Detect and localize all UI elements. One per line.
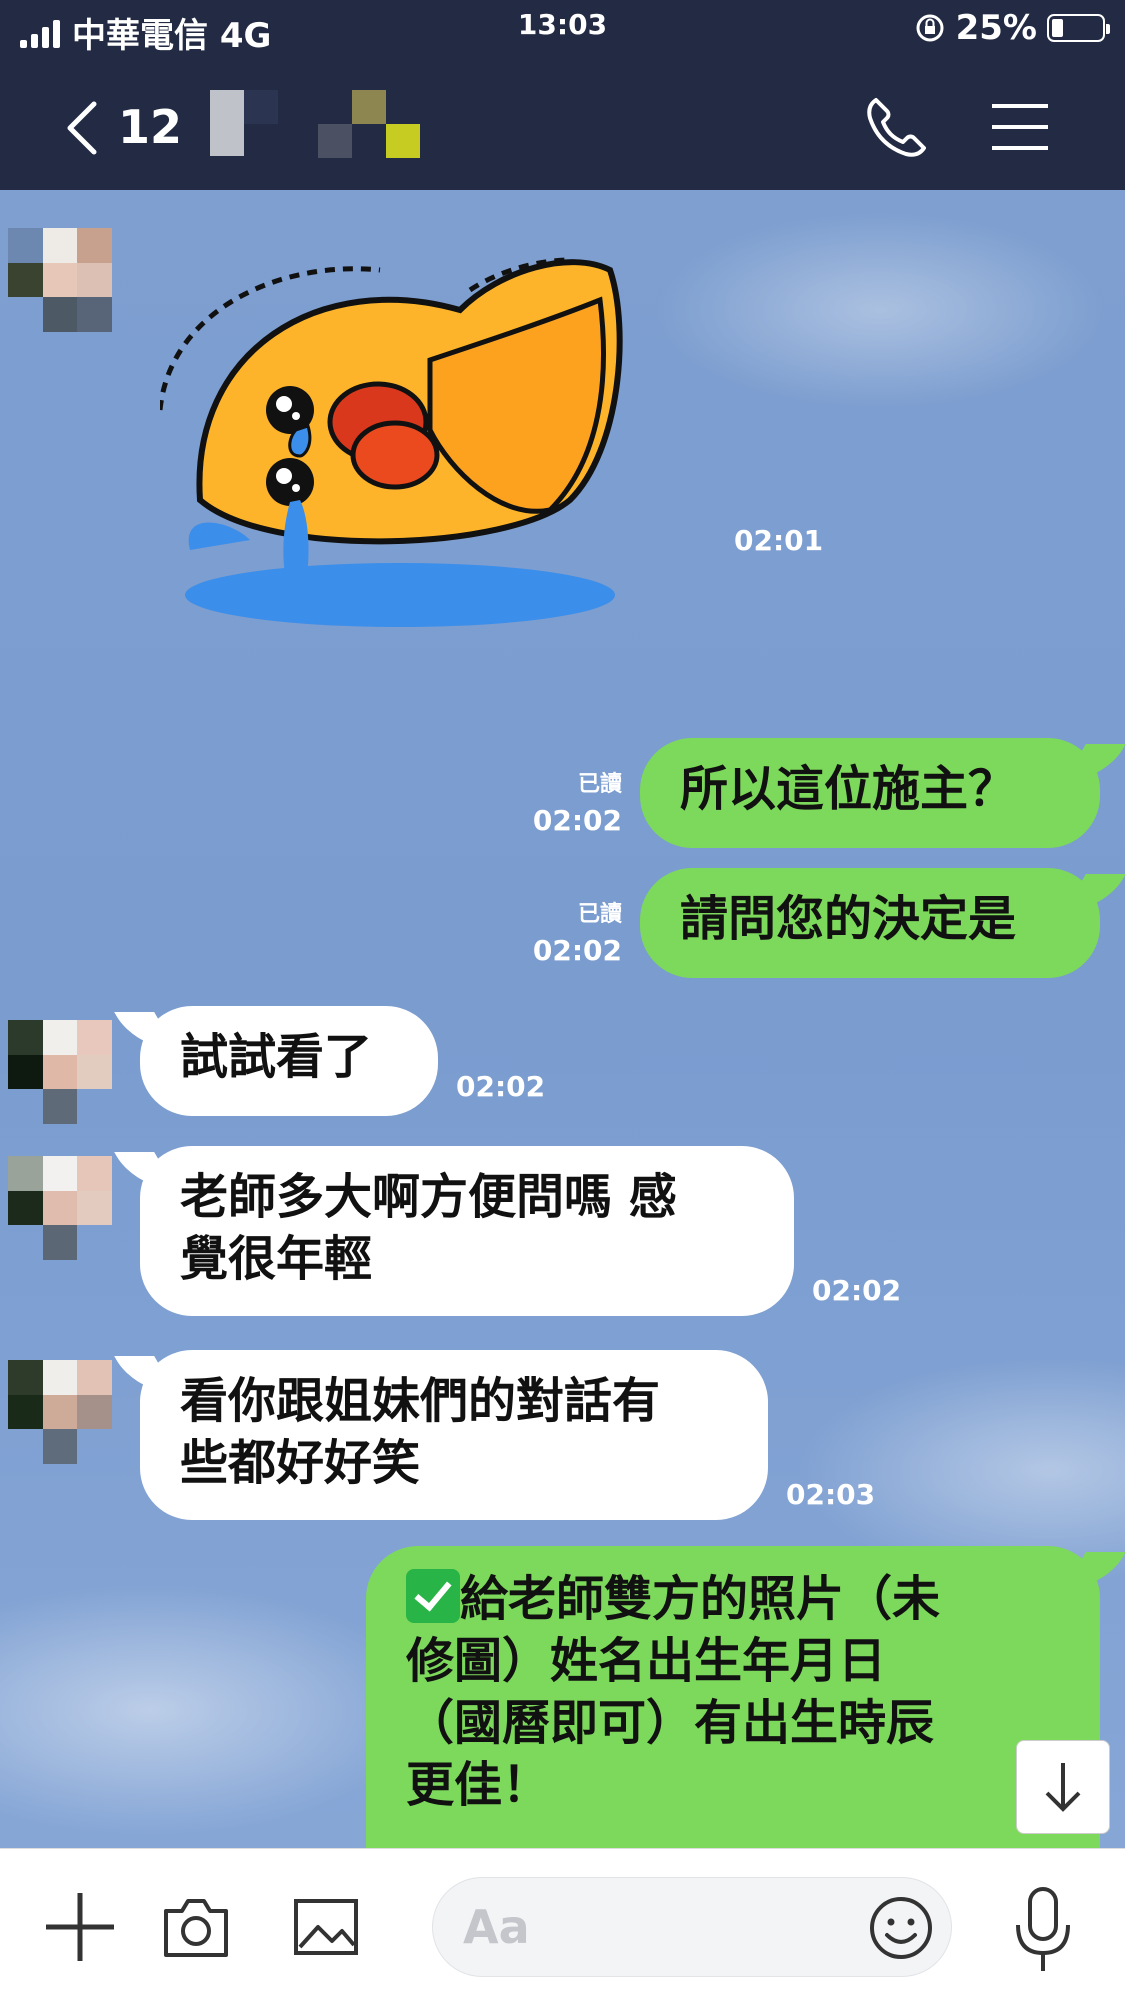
message-line: 老師多大啊方便問嗎 感	[180, 1169, 677, 1225]
back-icon[interactable]	[58, 98, 108, 158]
message-line: 給老師雙方的照片（未	[406, 1568, 1060, 1630]
read-label: 已讀	[577, 902, 622, 927]
avatar[interactable]	[8, 228, 112, 332]
menu-icon[interactable]	[988, 100, 1052, 154]
outgoing-message[interactable]: 請問您的決定是	[640, 868, 1100, 978]
arrow-down-icon	[1045, 1763, 1081, 1812]
message-line: 些都好好笑	[180, 1435, 421, 1491]
message-line: （國曆即可）有出生時辰	[406, 1695, 935, 1751]
incoming-message[interactable]: 看你跟姐妹們的對話有 些都好好笑	[140, 1350, 768, 1520]
avatar[interactable]	[8, 1156, 112, 1260]
scroll-to-bottom-button[interactable]	[1016, 1740, 1110, 1834]
message-time: 02:02	[456, 1070, 546, 1103]
message-text: 所以這位施主？	[680, 761, 1017, 817]
message-line: 更佳！	[406, 1757, 551, 1813]
message-time: 02:02	[532, 934, 622, 967]
rotation-lock-icon	[916, 14, 944, 42]
read-receipt: 已讀 02:02	[522, 766, 622, 837]
image-icon[interactable]	[290, 1891, 362, 1963]
battery-icon	[1047, 14, 1110, 42]
message-line-text: 給老師雙方的照片（未	[460, 1571, 941, 1627]
message-time: 02:01	[734, 524, 824, 557]
avatar[interactable]	[8, 1020, 112, 1124]
chat-area[interactable]: 02:01 已讀 02:02 所以這位施主？ 已讀 02:02 請問您的決定是 …	[0, 190, 1125, 1848]
call-icon[interactable]	[862, 92, 932, 162]
status-right: 25%	[914, 8, 1110, 48]
input-placeholder: Aa	[463, 1900, 530, 1954]
read-receipt: 已讀 02:02	[522, 896, 622, 967]
message-text: 試試看了	[180, 1029, 373, 1085]
crying-duck-sticker[interactable]	[160, 250, 680, 680]
battery-percent: 25%	[955, 8, 1037, 48]
emoji-icon[interactable]	[868, 1895, 934, 1961]
chat-title[interactable]: 12	[118, 100, 182, 154]
message-line: 修圖）姓名出生年月日	[406, 1633, 887, 1689]
message-text: 請問您的決定是	[680, 891, 1017, 947]
outgoing-message[interactable]: 給老師雙方的照片（未 修圖）姓名出生年月日 （國曆即可）有出生時辰 更佳！	[366, 1546, 1100, 1848]
avatar[interactable]	[8, 1360, 112, 1464]
check-mark-icon	[406, 1569, 460, 1623]
status-bar: 中華電信 4G 13:03 25%	[0, 0, 1125, 60]
read-label: 已讀	[577, 772, 622, 797]
plus-icon[interactable]	[42, 1889, 118, 1965]
incoming-message[interactable]: 老師多大啊方便問嗎 感 覺很年輕	[140, 1146, 794, 1316]
message-line: 看你跟姐妹們的對話有	[180, 1373, 661, 1429]
message-time: 02:03	[786, 1478, 876, 1511]
message-input-bar: Aa	[0, 1848, 1125, 2002]
message-line: 覺很年輕	[180, 1231, 373, 1287]
camera-icon[interactable]	[160, 1891, 232, 1963]
outgoing-message[interactable]: 所以這位施主？	[640, 738, 1100, 848]
message-time: 02:02	[812, 1274, 902, 1307]
redacted-name	[210, 90, 420, 158]
message-time: 02:02	[532, 804, 622, 837]
microphone-icon[interactable]	[1010, 1885, 1076, 1975]
incoming-message[interactable]: 試試看了	[140, 1006, 438, 1116]
chat-header: 12	[0, 60, 1125, 190]
